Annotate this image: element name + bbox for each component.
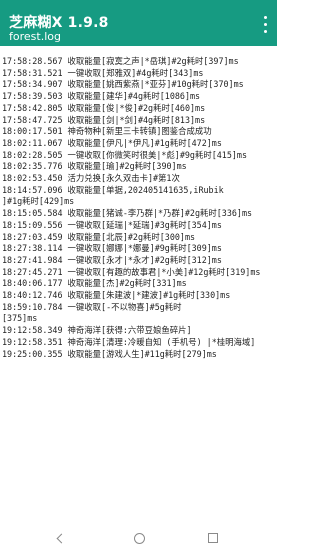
log-line: 18:02:28.505 一键收取[你微笑时很美|*彪]#9g耗时[415]ms <box>2 149 248 160</box>
log-line: 19:12:58.349 神奇海洋[获得:六带豆娘鱼碎片] <box>2 325 192 336</box>
app-bar: 芝麻糊X 1.9.8 forest.log <box>0 0 277 46</box>
log-line: 17:58:28.567 收取能量[寂寞之声|*岳琪]#2g耗时[397]ms <box>2 56 239 66</box>
recent-apps-icon[interactable] <box>208 533 218 543</box>
log-line: 18:27:03.459 收取能量[北辰]#2g耗时[300]ms <box>2 231 196 242</box>
log-line: 18:27:38.114 一键收取[娜娜|*娜曼]#9g耗时[309]ms <box>2 243 222 254</box>
log-line: 18:15:05.584 收取能量[猪诚-李乃群|*乃群]#2g耗时[336]m… <box>2 208 253 219</box>
log-line: 18:59:10.784 一键收取[-不以物喜]#5g耗时 <box>2 301 182 312</box>
log-line: 18:02:35.776 收取能量[瑜]#2g耗时[390]ms <box>2 161 187 172</box>
log-line: 18:14:57.096 收取能量[单据,202405141635,iRubik <box>2 184 224 195</box>
log-line: 17:58:47.725 收取能量[剑|*剑]#4g耗时[813]ms <box>2 114 206 125</box>
home-icon[interactable] <box>134 533 145 544</box>
log-line: 18:40:12.746 收取能量[朱建波|*建波]#1g耗时[330]ms <box>2 290 231 301</box>
back-icon[interactable] <box>56 533 67 544</box>
log-line: 18:40:06.177 收取能量[杰]#2g耗时[331]ms <box>2 278 187 289</box>
log-line: 19:12:58.351 神奇海洋[清理:冷暖自知 (手机号) |*桂明海域] <box>2 336 256 347</box>
log-file-name: forest.log <box>9 30 61 43</box>
app-title: 芝麻糊X 1.9.8 <box>9 15 109 31</box>
log-line: 18:15:09.556 一键收取[延瑞|*延瑞]#3g耗时[354]ms <box>2 219 222 230</box>
system-nav-bar <box>0 528 277 550</box>
log-line: 17:58:34.907 收取能量[姚西紫燕|*亚芬]#10g耗时[370]ms <box>2 79 244 90</box>
log-line: 18:02:53.450 活力兑换[永久双击卡]#第1次 <box>2 173 180 184</box>
log-line: 19:25:00.355 收取能量[游戏人生]#11g耗时[279]ms <box>2 348 217 359</box>
log-line: 18:27:45.271 一键收取[有趣的故事君|*小美]#12g耗时[319]… <box>2 266 261 277</box>
log-line: 18:00:17.501 神奇物种[新里三卡转镇]图鉴合成成功 <box>2 126 212 137</box>
log-line: 18:02:11.067 收取能量[伊凡|*伊凡]#1g耗时[472]ms <box>2 137 222 148</box>
log-line: [375]ms <box>2 313 38 324</box>
log-line: 17:58:42.805 收取能量[俊|*俊]#2g耗时[460]ms <box>2 102 206 113</box>
log-line: 18:27:41.984 一键收取[永才|*永才]#2g耗时[312]ms <box>2 254 222 265</box>
more-vert-icon[interactable] <box>257 13 273 35</box>
log-line: 17:58:39.503 收取能量[建华]#4g耗时[1086]ms <box>2 91 201 102</box>
log-line: 17:58:31.521 一键收取[郑雅双]#4g耗时[343]ms <box>2 67 204 78</box>
log-line: ]#1g耗时[429]ms <box>2 196 75 207</box>
log-view[interactable]: 17:58:28.567 收取能量[寂寞之声|*岳琪]#2g耗时[397]ms 1… <box>0 56 277 526</box>
